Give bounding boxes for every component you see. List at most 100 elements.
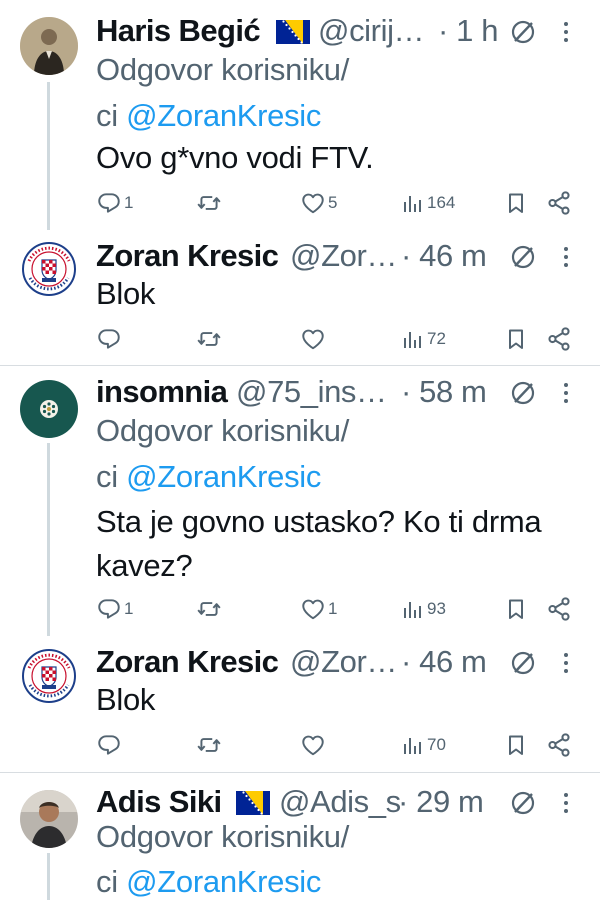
views-button[interactable]: 164 [401,188,455,218]
share-button[interactable] [546,730,572,760]
like-count: 1 [328,599,338,618]
view-count: 70 [427,735,446,754]
reply-context: Odgovor korisniku/ ci @ZoranKresic [96,819,349,900]
avatar[interactable] [20,647,78,705]
reply-context: Odgovor korisniku/ ci @ZoranKresic [96,413,349,495]
reply-to-label: Odgovor korisniku/ [96,819,350,854]
mention-link[interactable]: @ZoranKresic [126,864,321,899]
timestamp[interactable]: · 58 m [401,375,487,409]
share-button[interactable] [546,188,572,218]
reply-button[interactable]: 1 [96,188,133,218]
divider [0,365,600,366]
view-count: 72 [427,329,446,348]
divider [0,772,600,773]
mention-link[interactable]: @ZoranKresic [126,98,321,133]
like-count: 5 [328,193,338,212]
timestamp[interactable]: · 1 h [438,14,498,48]
timestamp[interactable]: · 29 m [398,785,484,819]
view-count: 164 [427,193,456,212]
grok-icon[interactable] [510,790,536,816]
display-name[interactable]: insomnia [96,375,228,409]
retweet-button[interactable] [196,730,222,760]
display-name[interactable]: Zoran Kresic [96,645,279,679]
retweet-icon [196,732,222,758]
thread-line [47,443,50,636]
like-button[interactable]: 5 [300,188,337,218]
grok-icon[interactable] [510,244,536,270]
mention-link[interactable]: @ZoranKresic [126,459,321,494]
bosnia-flag-icon [236,791,270,815]
bookmark-button[interactable] [504,324,528,354]
reply-button[interactable] [96,324,122,354]
reply-button[interactable]: 1 [96,594,133,624]
thread-line [47,853,50,900]
timestamp[interactable]: · 46 m [401,645,487,679]
display-name[interactable]: Zoran Kresic [96,239,279,273]
bosnia-flag-icon [276,20,310,44]
grok-icon[interactable] [510,19,536,45]
display-name[interactable]: Haris Begić [96,14,261,48]
like-button[interactable] [300,324,326,354]
bookmark-button[interactable] [504,188,528,218]
reply-icon [96,326,122,352]
reply-icon [96,596,122,622]
retweet-button[interactable] [196,188,222,218]
tweet-text: Blok [96,682,156,717]
heart-icon [300,596,326,622]
grok-icon[interactable] [510,650,536,676]
views-button[interactable]: 70 [401,730,446,760]
retweet-button[interactable] [196,594,222,624]
view-count: 93 [427,599,446,618]
timestamp[interactable]: · 46 m [401,239,487,273]
bookmark-icon [504,191,528,215]
reply-to-prefix: ci [96,98,127,133]
avatar[interactable] [20,790,78,848]
retweet-icon [196,190,222,216]
bookmark-icon [504,597,528,621]
reply-button[interactable] [96,730,122,760]
user-handle[interactable]: @cirij… [318,14,425,48]
bookmark-icon [504,327,528,351]
more-options-icon[interactable] [562,381,570,405]
heart-icon [300,732,326,758]
user-handle[interactable]: @75_ins… [236,375,387,409]
tweet-text: Ovo g*vno vodi FTV. [96,140,374,175]
views-button[interactable]: 93 [401,594,446,624]
reply-count: 1 [124,193,134,212]
reply-to-prefix: ci [96,864,127,899]
avatar[interactable] [20,240,78,298]
thread-line [47,82,50,230]
views-button[interactable]: 72 [401,324,446,354]
grok-icon[interactable] [510,380,536,406]
more-options-icon[interactable] [562,791,570,815]
like-button[interactable]: 1 [300,594,337,624]
reply-icon [96,190,122,216]
like-button[interactable] [300,730,326,760]
avatar[interactable] [20,380,78,438]
retweet-button[interactable] [196,324,222,354]
bookmark-button[interactable] [504,730,528,760]
tweet-text: Sta je govno ustasko? Ko ti drma kavez? [96,502,576,586]
more-options-icon[interactable] [562,20,570,44]
more-options-icon[interactable] [562,245,570,269]
retweet-icon [196,326,222,352]
heart-icon [300,326,326,352]
avatar[interactable] [20,17,78,75]
display-name[interactable]: Adis Siki [96,785,222,819]
user-handle[interactable]: @Zor… [290,645,397,679]
action-bar: 1 5 164 [96,188,596,218]
views-icon [401,191,425,215]
share-icon [546,326,572,352]
share-button[interactable] [546,324,572,354]
user-handle[interactable]: @Adis_s [279,785,401,819]
tweet-text-line: kavez? [96,548,193,583]
views-icon [401,327,425,351]
views-icon [401,597,425,621]
share-button[interactable] [546,594,572,624]
more-options-icon[interactable] [562,651,570,675]
share-icon [546,596,572,622]
action-bar: 70 [96,730,596,760]
share-icon [546,190,572,216]
bookmark-button[interactable] [504,594,528,624]
user-handle[interactable]: @Zor… [290,239,397,273]
